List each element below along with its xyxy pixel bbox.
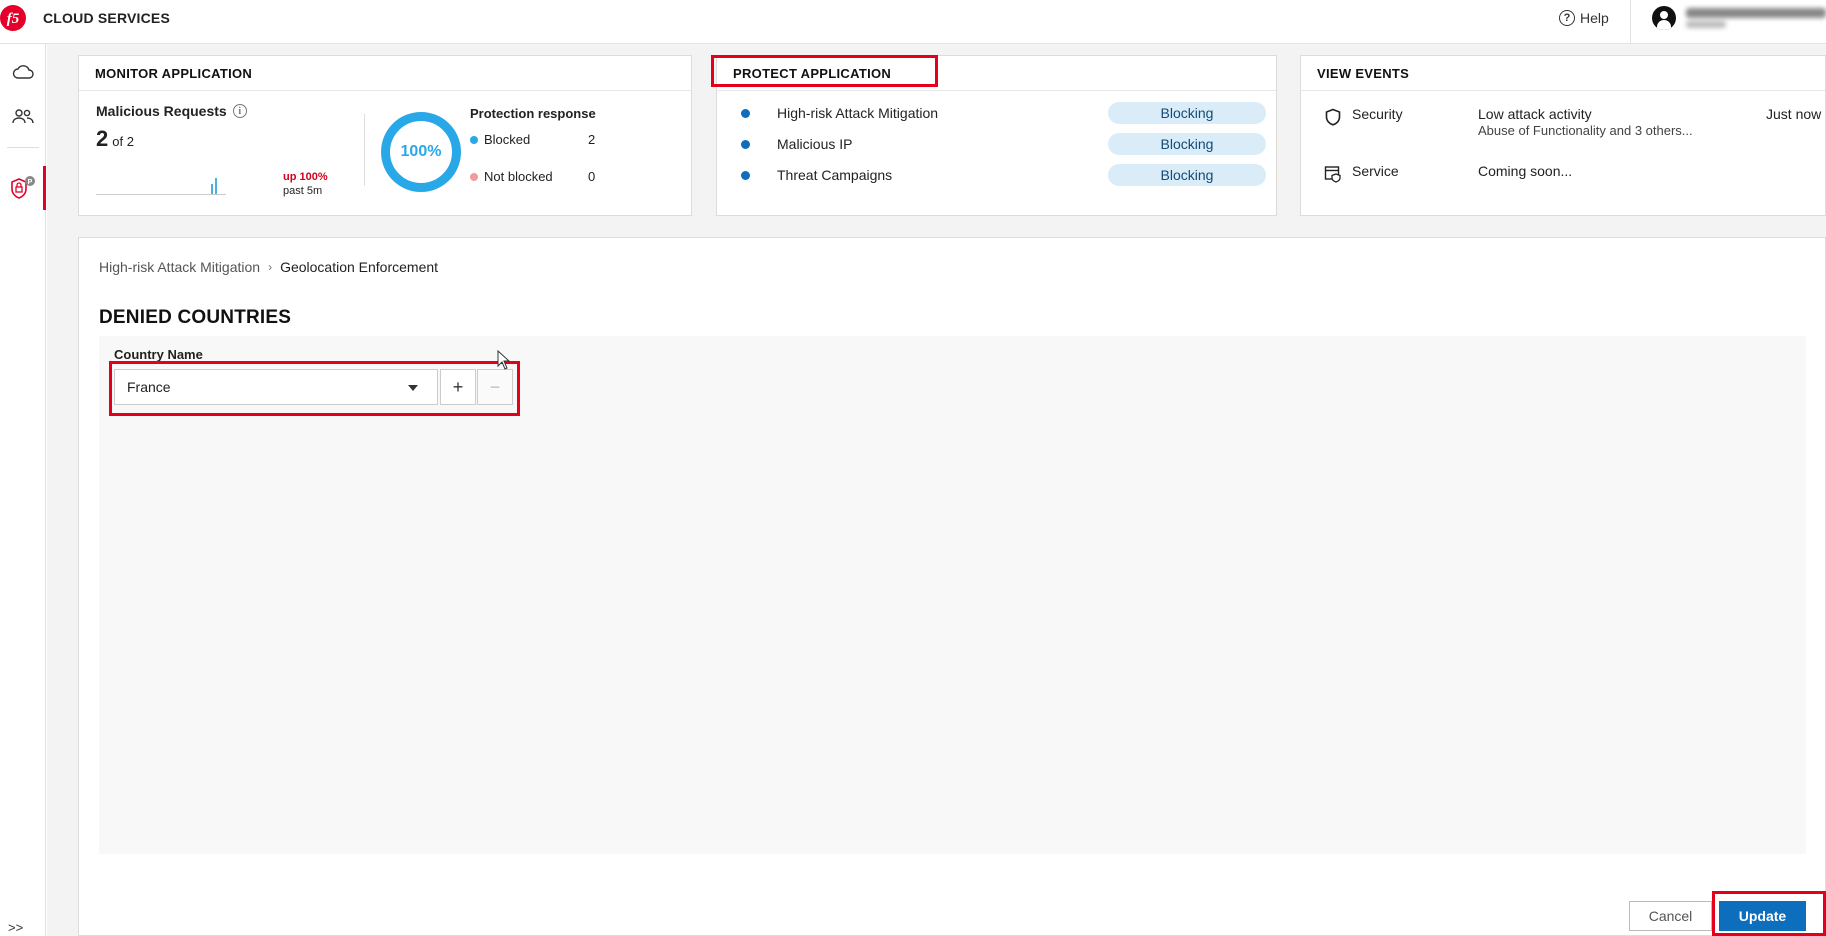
malicious-count: 2 of 2 xyxy=(96,126,134,152)
breadcrumb: High-risk Attack Mitigation › Geolocatio… xyxy=(99,259,438,275)
protect-card-title[interactable]: PROTECT APPLICATION xyxy=(717,56,1276,91)
rail-active-indicator xyxy=(43,166,46,210)
service-event-row[interactable]: Service Coming soon... xyxy=(1324,163,1814,185)
shield-icon xyxy=(1325,108,1341,126)
service-event-text: Coming soon... xyxy=(1478,163,1573,179)
page-title: DENIED COUNTRIES xyxy=(99,307,292,328)
chevron-right-icon: › xyxy=(268,260,273,274)
country-select-value: France xyxy=(127,379,171,395)
protect-item[interactable]: High-risk Attack Mitigation Blocking xyxy=(741,101,1266,125)
sparkline-bar xyxy=(215,178,217,194)
protect-item-name: Malicious IP xyxy=(777,136,853,152)
blocked-label: Blocked xyxy=(484,132,531,147)
protect-application-card: PROTECT APPLICATION High-risk Attack Mit… xyxy=(716,55,1277,216)
malicious-requests-label: Malicious Requests i xyxy=(96,103,247,119)
service-label: Service xyxy=(1352,163,1399,179)
not-blocked-label: Not blocked xyxy=(484,169,553,184)
update-button[interactable]: Update xyxy=(1719,901,1806,931)
status-dot xyxy=(741,108,750,118)
monitor-card-title: MONITOR APPLICATION xyxy=(79,56,691,91)
monitor-divider xyxy=(364,114,365,186)
chevron-down-icon xyxy=(408,385,418,391)
protect-item[interactable]: Malicious IP Blocking xyxy=(741,132,1266,156)
cloud-icon xyxy=(12,65,34,79)
security-event-row[interactable]: Security Low attack activity Abuse of Fu… xyxy=(1324,106,1821,146)
donut-percent: 100% xyxy=(400,143,442,160)
country-name-header: Country Name xyxy=(114,347,203,362)
remove-country-button[interactable]: − xyxy=(477,369,513,405)
user-name-redacted xyxy=(1686,8,1826,28)
protection-response-title: Protection response xyxy=(470,106,596,121)
blocked-value: 2 xyxy=(588,132,596,147)
change-value: up 100% xyxy=(283,171,328,183)
info-icon[interactable]: i xyxy=(232,104,247,118)
blocking-badge: Blocking xyxy=(1108,164,1266,186)
mouse-cursor-icon xyxy=(497,350,511,370)
status-dot xyxy=(741,139,750,149)
security-event-text: Low attack activity xyxy=(1478,106,1592,122)
users-icon xyxy=(12,109,34,124)
protect-item[interactable]: Threat Campaigns Blocking xyxy=(741,163,1266,187)
f5-logo-icon[interactable]: f5 xyxy=(0,0,26,36)
breadcrumb-current: Geolocation Enforcement xyxy=(280,259,439,275)
view-events-card: VIEW EVENTS Security Low attack activity… xyxy=(1300,55,1826,216)
rail-cloud-button[interactable] xyxy=(0,52,46,92)
help-icon: ? xyxy=(1559,10,1575,26)
rail-protect-button[interactable]: P xyxy=(0,168,46,208)
not-blocked-dot xyxy=(470,172,478,181)
security-event-time: Just now xyxy=(1766,106,1822,122)
events-card-title: VIEW EVENTS xyxy=(1301,56,1825,91)
left-rail: P >> xyxy=(0,44,46,936)
brand-title: CLOUD SERVICES xyxy=(43,10,171,26)
blocked-legend-row: Blocked 2 xyxy=(470,132,595,147)
country-select[interactable]: France xyxy=(114,369,438,405)
protect-item-name: High-risk Attack Mitigation xyxy=(777,105,939,121)
top-bar: f5 CLOUD SERVICES ? Help xyxy=(0,0,1826,44)
service-icon xyxy=(1324,166,1341,183)
status-dot xyxy=(741,170,750,180)
not-blocked-value: 0 xyxy=(588,169,596,184)
cancel-button[interactable]: Cancel xyxy=(1629,901,1712,931)
change-period: past 5m xyxy=(283,185,323,197)
user-menu[interactable] xyxy=(1652,6,1826,30)
blocked-dot xyxy=(470,135,478,144)
malicious-sparkline xyxy=(96,171,226,195)
malicious-requests-text: Malicious Requests xyxy=(96,103,227,119)
denied-countries-table: Country Name France + − xyxy=(99,336,1806,854)
protect-item-name: Threat Campaigns xyxy=(777,167,893,183)
add-country-button[interactable]: + xyxy=(440,369,476,405)
malicious-change: up 100% past 5m xyxy=(283,170,328,198)
rail-divider xyxy=(7,147,39,148)
svg-text:f5: f5 xyxy=(7,11,20,27)
monitor-application-card: MONITOR APPLICATION Malicious Requests i… xyxy=(78,55,692,216)
geolocation-panel: High-risk Attack Mitigation › Geolocatio… xyxy=(78,237,1826,936)
malicious-count-total: of 2 xyxy=(112,134,134,149)
user-avatar-icon xyxy=(1652,6,1676,30)
blocking-badge: Blocking xyxy=(1108,133,1266,155)
breadcrumb-parent-link[interactable]: High-risk Attack Mitigation xyxy=(99,259,260,275)
blocking-badge: Blocking xyxy=(1108,102,1266,124)
svg-text:P: P xyxy=(28,179,33,186)
not-blocked-legend-row: Not blocked 0 xyxy=(470,169,595,184)
topbar-divider xyxy=(1630,0,1631,44)
rail-users-button[interactable] xyxy=(0,96,46,136)
security-event-subtext: Abuse of Functionality and 3 others... xyxy=(1478,123,1693,138)
expand-rail-button[interactable]: >> xyxy=(8,920,23,935)
help-link[interactable]: ? Help xyxy=(1559,10,1609,26)
protection-donut-chart: 100% xyxy=(381,112,461,192)
help-label: Help xyxy=(1580,10,1609,26)
malicious-count-value: 2 xyxy=(96,126,109,151)
sparkline-bar xyxy=(211,184,213,194)
shield-lock-icon: P xyxy=(11,176,35,199)
security-label: Security xyxy=(1352,106,1403,122)
